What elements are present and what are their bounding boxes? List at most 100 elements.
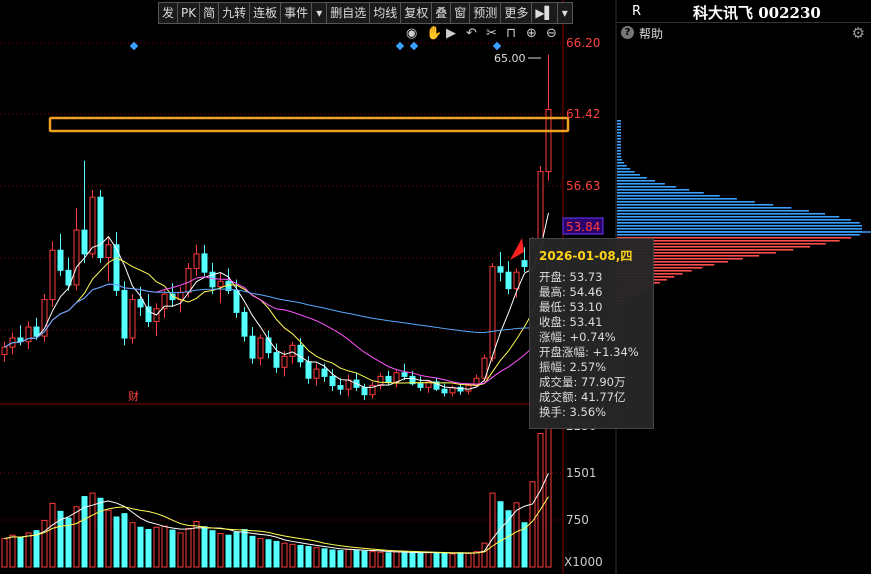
eye-icon[interactable]: ◉	[406, 26, 417, 41]
jian-button[interactable]: 简	[199, 2, 220, 24]
tooltip-row: 最高: 54.46	[539, 284, 602, 300]
ma60-line	[4, 283, 549, 348]
pk-button[interactable]: PK	[177, 2, 201, 24]
candle	[337, 385, 344, 390]
volume-profile-bar	[617, 129, 621, 131]
volume-bar	[361, 550, 368, 568]
lianban-button[interactable]: 连板	[249, 2, 282, 24]
tooltip-value: +1.34%	[588, 345, 639, 359]
candle	[73, 229, 80, 286]
volume-bar	[377, 551, 384, 568]
tooltip-row: 收盘: 53.41	[539, 314, 602, 330]
volume-profile-bar	[617, 144, 621, 146]
candle	[513, 271, 520, 290]
candle	[273, 352, 280, 368]
ma-button[interactable]: 均线	[369, 2, 402, 24]
candle	[289, 344, 296, 357]
volume-bar	[201, 526, 208, 568]
undo-icon[interactable]: ↶	[466, 26, 477, 41]
fa-button[interactable]: 发	[158, 2, 179, 24]
event-dropdown-button[interactable]: ▾	[311, 2, 328, 24]
candle	[249, 335, 256, 359]
overlay-button[interactable]: 叠	[431, 2, 452, 24]
volume-bar	[441, 552, 448, 568]
help-link[interactable]: 帮助	[639, 25, 663, 42]
volume-bar	[137, 526, 144, 568]
remove-favorite-button[interactable]: 删自选	[326, 2, 371, 24]
volume-bar	[17, 536, 24, 568]
candle	[441, 388, 448, 394]
candle	[193, 253, 200, 270]
volume-bar	[73, 506, 80, 568]
tooltip-label: 振幅:	[539, 360, 566, 374]
candle	[329, 375, 336, 387]
candle	[201, 253, 208, 273]
candle	[489, 266, 496, 359]
panel-dropdown-button[interactable]: ▾	[556, 2, 573, 24]
play-icon[interactable]: ▶	[446, 26, 456, 41]
volume-bar	[273, 540, 280, 568]
panel-toggle-button[interactable]: ▶▌	[531, 2, 558, 24]
tooltip-label: 成交额:	[539, 390, 578, 404]
candle	[377, 375, 384, 387]
volume-bar	[97, 497, 104, 568]
volume-profile-bar	[617, 219, 852, 221]
volume-profile-bar	[617, 183, 665, 185]
candle-tooltip: 2026-01-08,四 开盘: 53.73 最高: 54.46 最低: 53.10…	[529, 238, 654, 429]
stock-name: 科大讯飞	[693, 4, 754, 22]
volume-bar	[169, 529, 176, 568]
volume-profile-bar	[617, 213, 826, 215]
hand-icon[interactable]: ✋	[426, 25, 442, 41]
window-button[interactable]: 窗	[450, 2, 471, 24]
scissors-icon[interactable]: ✂	[486, 26, 497, 41]
volume-bar	[257, 538, 264, 568]
volume-tick-label: 750	[566, 513, 589, 527]
candle	[233, 289, 240, 313]
candle	[57, 249, 64, 271]
lock-icon[interactable]: ⊓	[506, 26, 516, 41]
help-icon[interactable]: ?	[621, 26, 634, 39]
jiuzhuan-button[interactable]: 九转	[218, 2, 251, 24]
volume-profile-bar	[617, 195, 720, 197]
volume-profile-bar	[617, 126, 621, 128]
volume-profile-bar	[617, 174, 641, 176]
restore-button[interactable]: 复权	[400, 2, 433, 24]
volume-profile-bar	[617, 132, 621, 134]
volume-profile	[617, 120, 871, 308]
more-button[interactable]: 更多	[500, 2, 533, 24]
price-tick-label: 56.63	[566, 179, 600, 193]
candle	[521, 260, 528, 268]
volume-bar	[481, 542, 488, 568]
tooltip-value: 54.46	[565, 285, 603, 299]
tooltip-label: 成交量:	[539, 375, 578, 389]
volume-bar	[25, 532, 32, 568]
candle	[145, 306, 152, 323]
volume-profile-bar	[617, 138, 621, 140]
tooltip-label: 最高:	[539, 285, 566, 299]
forecast-button[interactable]: 预测	[469, 2, 502, 24]
volume-bar	[105, 509, 112, 568]
candle	[137, 299, 144, 308]
volume-profile-bar	[617, 228, 862, 230]
volume-bar	[33, 530, 40, 568]
volume-bar	[209, 530, 216, 568]
candle	[393, 372, 400, 383]
volume-bar	[545, 424, 552, 568]
zoom-in-icon[interactable]: ⊕	[526, 26, 537, 41]
tooltip-value: 77.90万	[577, 375, 626, 389]
volume-profile-bar	[617, 120, 621, 122]
volume-profile-bar	[617, 186, 677, 188]
gear-icon[interactable]: ⚙	[852, 24, 865, 42]
candle	[121, 289, 128, 339]
tooltip-value: 2.57%	[565, 360, 607, 374]
tooltip-row: 涨幅: +0.74%	[539, 329, 616, 345]
stock-chart[interactable]: 65.00财◉✋▶↶✂⊓⊕⊖ 66.2061.4256.6353.8422501…	[0, 0, 871, 574]
event-button[interactable]: 事件	[280, 2, 313, 24]
tooltip-value: 53.10	[565, 300, 603, 314]
chart-grid	[0, 0, 617, 574]
volume-profile-bar	[617, 198, 737, 200]
zoom-out-icon[interactable]: ⊖	[546, 26, 557, 41]
volume-bar	[121, 513, 128, 568]
candle	[505, 271, 512, 290]
tooltip-row: 最低: 53.10	[539, 299, 602, 315]
